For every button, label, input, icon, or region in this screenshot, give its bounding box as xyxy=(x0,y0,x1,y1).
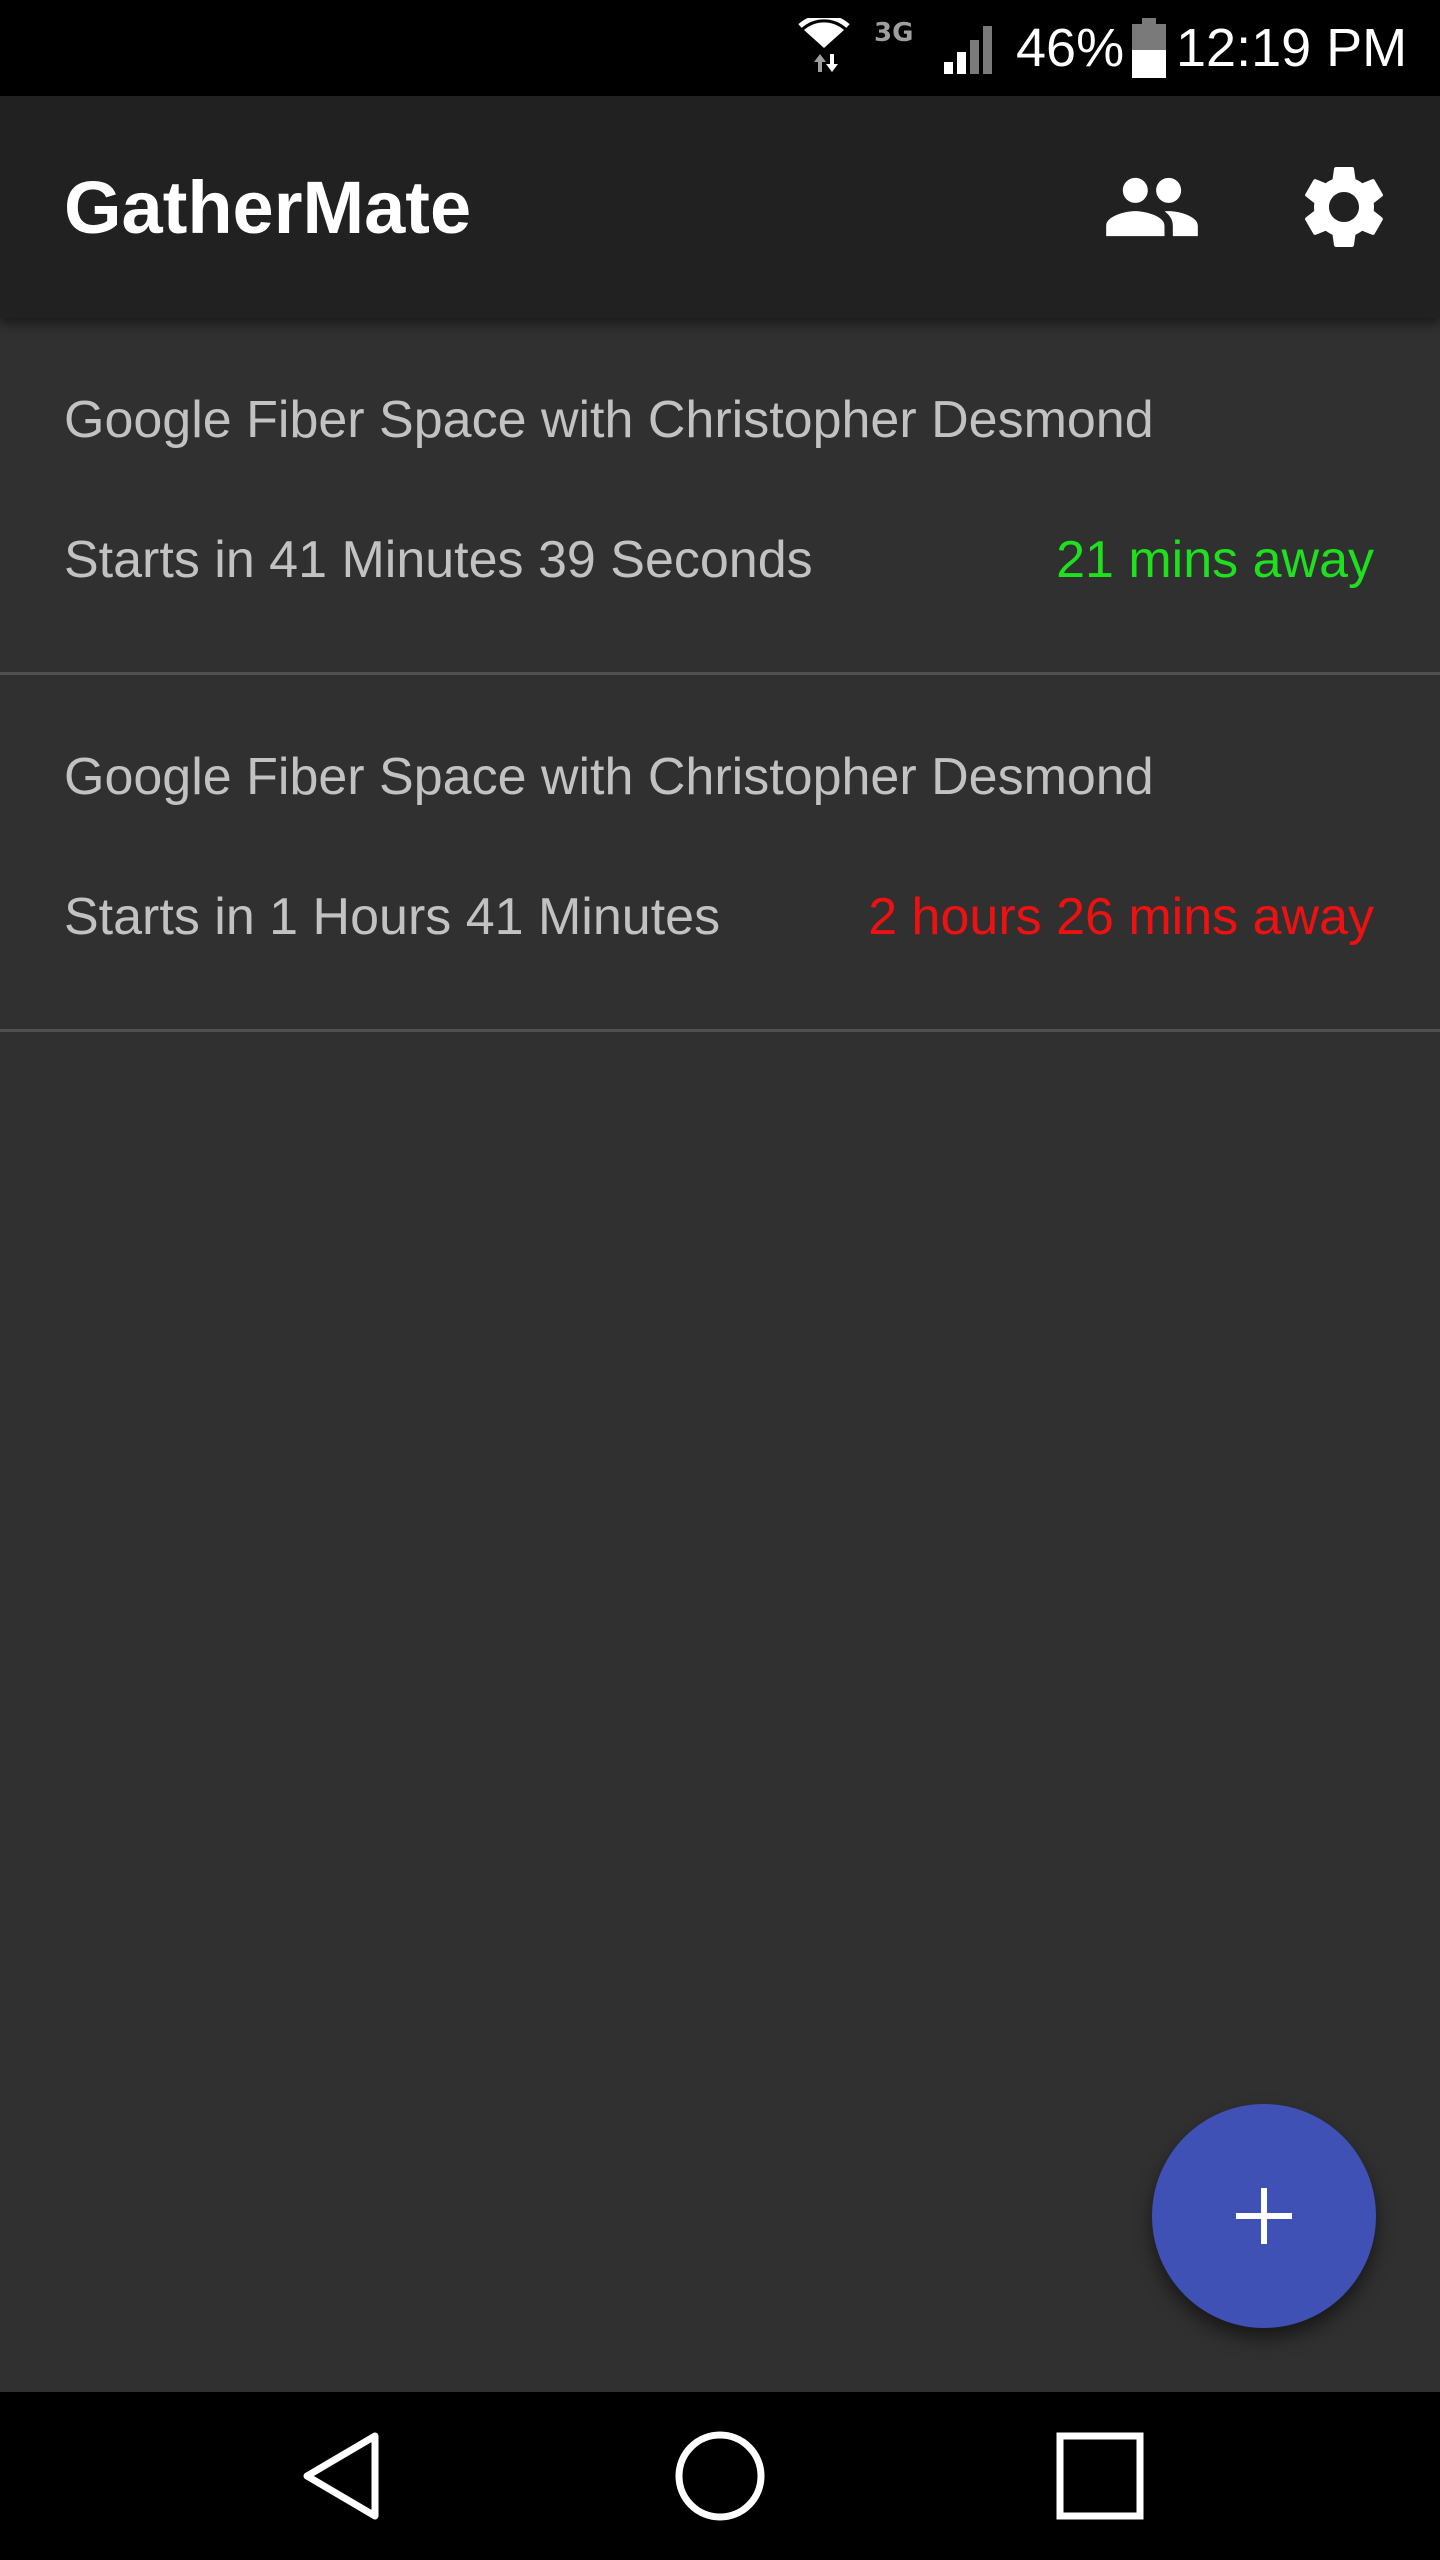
app-bar: GatherMate xyxy=(0,96,1440,318)
event-start-countdown: Starts in 41 Minutes 39 Seconds xyxy=(64,531,813,589)
event-start-countdown: Starts in 1 Hours 41 Minutes xyxy=(64,888,721,946)
event-title: Google Fiber Space with Christopher Desm… xyxy=(64,391,1154,449)
battery-icon xyxy=(1130,0,1168,96)
add-event-button[interactable] xyxy=(1152,2104,1376,2328)
event-list: Google Fiber Space with Christopher Desm… xyxy=(0,318,1440,1032)
settings-gear-icon[interactable] xyxy=(1294,157,1394,257)
navigation-bar xyxy=(0,2392,1440,2560)
battery-percent: 46% xyxy=(1016,18,1125,78)
people-icon[interactable] xyxy=(1102,157,1202,257)
event-list-item[interactable]: Google Fiber Space with Christopher Desm… xyxy=(0,318,1440,675)
recents-icon[interactable] xyxy=(1016,2392,1184,2560)
app-title: GatherMate xyxy=(64,165,472,249)
wifi-icon xyxy=(796,0,852,96)
event-travel-time: 2 hours 26 mins away xyxy=(868,888,1374,946)
signal-icon xyxy=(940,0,1002,96)
clock: 12:19 PM xyxy=(1176,18,1408,78)
status-bar: 3G 46% 12:19 PM xyxy=(0,0,1440,96)
plus-icon xyxy=(1236,2188,1292,2244)
event-title: Google Fiber Space with Christopher Desm… xyxy=(64,748,1154,806)
event-travel-time: 21 mins away xyxy=(1056,531,1374,589)
back-icon[interactable] xyxy=(258,2392,426,2560)
home-icon[interactable] xyxy=(636,2392,804,2560)
network-type-label: 3G xyxy=(874,18,914,48)
event-list-item[interactable]: Google Fiber Space with Christopher Desm… xyxy=(0,675,1440,1032)
